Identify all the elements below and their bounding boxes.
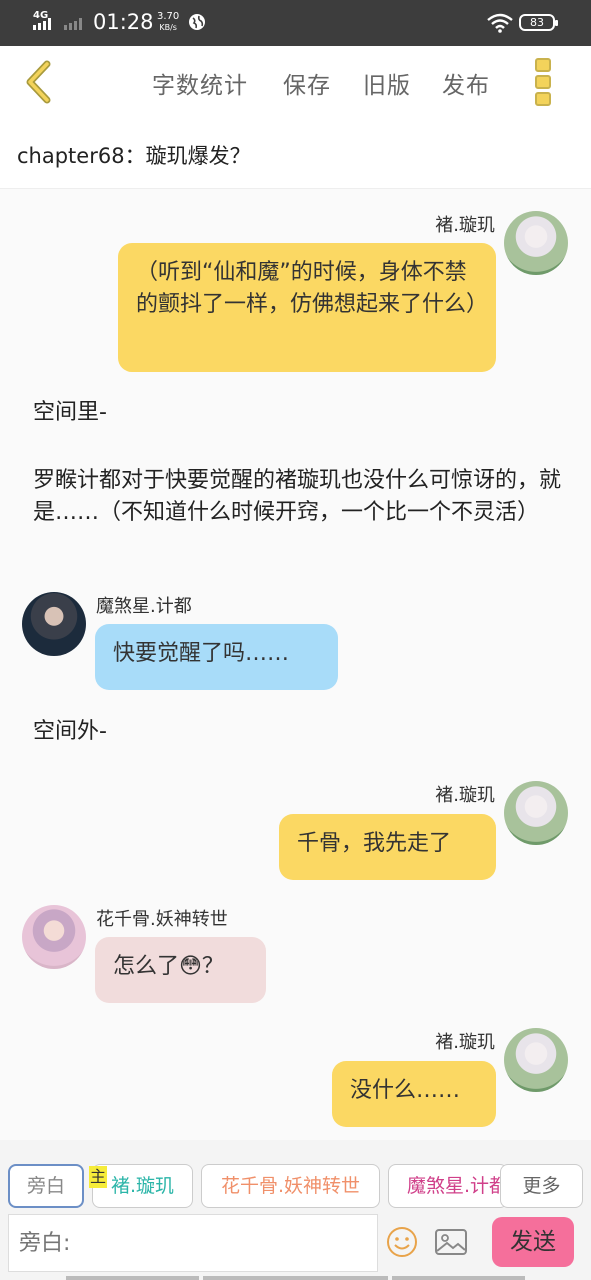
avatar[interactable] [22, 592, 86, 656]
message-bubble[interactable]: 千骨，我先走了 [279, 814, 496, 880]
globe-icon [189, 14, 205, 30]
avatar[interactable] [504, 781, 568, 845]
speed-value: 3.70 [157, 11, 180, 22]
role-tab-jidu[interactable]: 魔煞星.计都 [388, 1164, 508, 1208]
image-icon[interactable] [434, 1228, 468, 1256]
battery-icon: 83 [519, 14, 558, 31]
more-roles-button[interactable]: 更多 [500, 1164, 583, 1208]
clock: 01:28 [93, 10, 154, 34]
speaker-name: 花千骨.妖神转世 [96, 909, 228, 930]
message-input[interactable] [8, 1214, 378, 1272]
signal-icon [33, 18, 51, 30]
message-bubble[interactable]: 怎么了😳？ [95, 937, 266, 1003]
speaker-name: 褚.璇玑 [435, 785, 495, 806]
role-tab-huaqiangu[interactable]: 花千骨.妖神转世 [201, 1164, 380, 1208]
old-version-button[interactable]: 旧版 [363, 66, 411, 100]
narration-text[interactable]: 空间外- [33, 716, 563, 748]
avatar[interactable] [22, 905, 86, 969]
more-menu-icon[interactable] [535, 58, 553, 106]
avatar[interactable] [504, 211, 568, 275]
speaker-name: 褚.璇玑 [435, 215, 495, 236]
speaker-name: 魔煞星.计都 [96, 596, 192, 617]
role-tab-xuanji[interactable]: 褚.璇玑 [92, 1164, 193, 1208]
message-bubble[interactable]: 快要觉醒了吗…… [95, 624, 338, 690]
word-count-button[interactable]: 字数统计 [152, 66, 248, 100]
editor-toolbar: 字数统计 保存 旧版 发布 [0, 46, 591, 118]
message-bubble[interactable]: （听到“仙和魔”的时候，身体不禁的颤抖了一样，仿佛想起来了什么） [118, 243, 496, 372]
main-role-badge: 主 [89, 1166, 107, 1188]
status-bar: 4G 01:28 3.70 KB/s 83 [0, 0, 591, 46]
network-speed: 3.70 KB/s [157, 11, 179, 33]
wifi-icon [487, 13, 513, 33]
role-tab-narrator[interactable]: 旁白 [8, 1164, 84, 1208]
nav-bar [0, 1276, 591, 1280]
back-chevron-icon[interactable] [22, 60, 56, 104]
narration-text[interactable]: 空间里- [33, 397, 563, 429]
chapter-header: chapter68：璇玑爆发？ [0, 118, 591, 189]
speaker-name: 褚.璇玑 [435, 1032, 495, 1053]
save-button[interactable]: 保存 [283, 66, 331, 100]
signal-2-icon [64, 18, 82, 30]
composer: 旁白 褚.璇玑 主 花千骨.妖神转世 魔煞星.计都 更多 发送 [0, 1140, 591, 1280]
send-button[interactable]: 发送 [492, 1217, 574, 1267]
message-bubble[interactable]: 没什么…… [332, 1061, 496, 1127]
publish-button[interactable]: 发布 [442, 66, 490, 100]
narration-text[interactable]: 罗睺计都对于快要觉醒的褚璇玑也没什么可惊讶的，就是……（不知道什么时候开窍，一个… [33, 465, 563, 529]
avatar[interactable] [504, 1028, 568, 1092]
speed-unit: KB/s [159, 23, 177, 32]
chat-area[interactable]: 褚.璇玑 （听到“仙和魔”的时候，身体不禁的颤抖了一样，仿佛想起来了什么） 空间… [0, 189, 591, 1140]
emoji-icon[interactable] [386, 1226, 418, 1258]
chapter-title[interactable]: chapter68：璇玑爆发？ [17, 140, 251, 170]
